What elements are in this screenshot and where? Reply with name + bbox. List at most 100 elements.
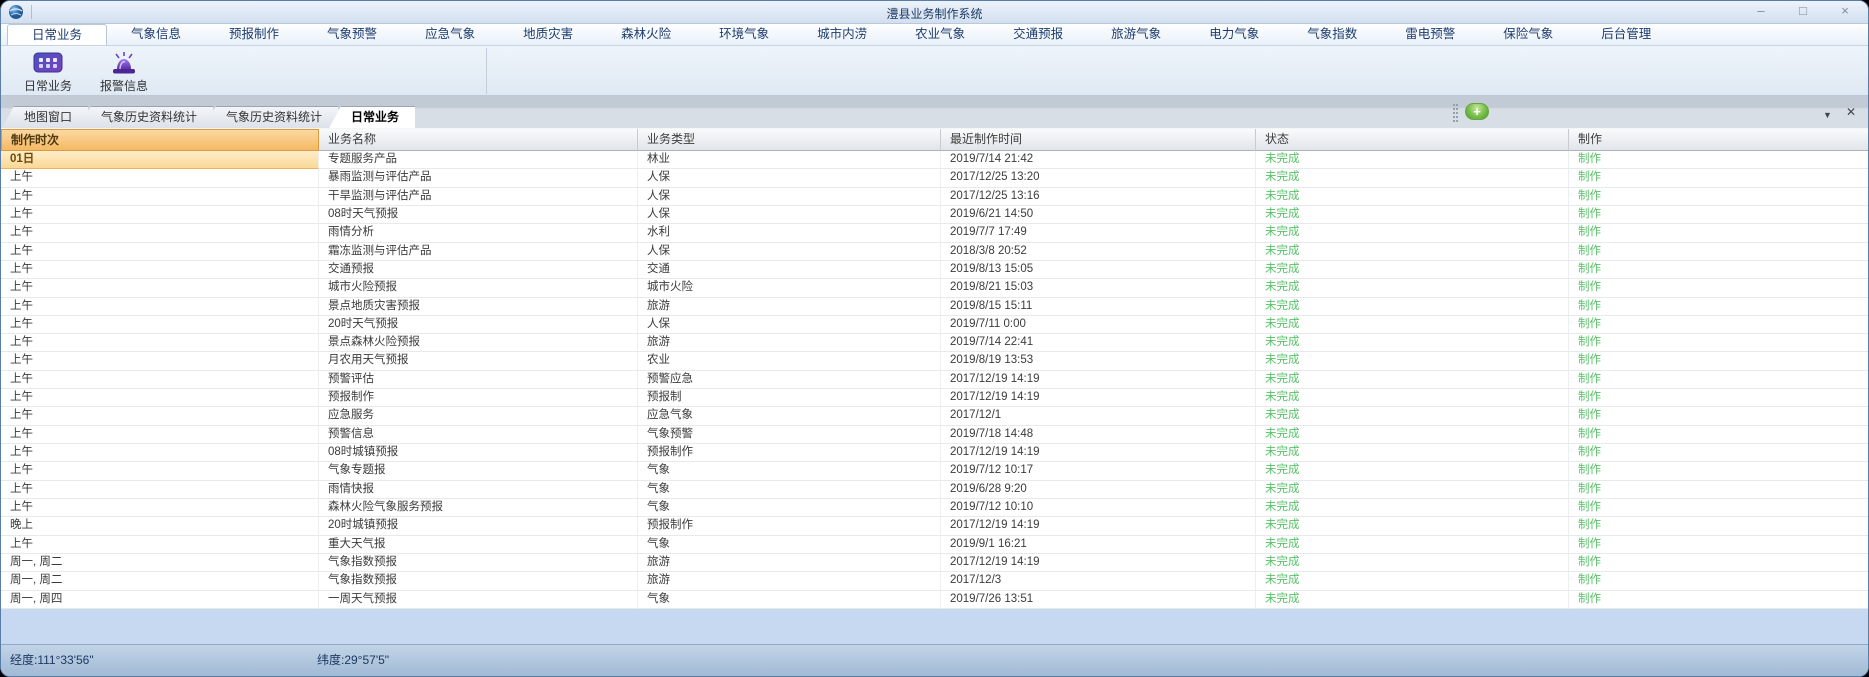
doc-tab-3[interactable]: 气象历史资料统计	[204, 106, 338, 128]
menu-item-5[interactable]: 应急气象	[401, 24, 499, 45]
table-cell: 气象预警	[638, 426, 941, 444]
menu-item-7[interactable]: 森林火险	[597, 24, 695, 45]
make-link[interactable]: 制作	[1569, 243, 1868, 261]
table-cell: 2019/7/14 22:41	[941, 334, 1256, 352]
make-link[interactable]: 制作	[1569, 572, 1868, 590]
menu-item-14[interactable]: 气象指数	[1283, 24, 1381, 45]
menu-item-15[interactable]: 雷电预警	[1381, 24, 1479, 45]
make-link[interactable]: 制作	[1569, 279, 1868, 297]
table-cell: 上午	[1, 224, 319, 242]
menu-item-3[interactable]: 预报制作	[205, 24, 303, 45]
table-cell: 气象指数预报	[319, 554, 638, 572]
table-cell: 农业	[638, 352, 941, 370]
column-header-1[interactable]: 制作时次	[1, 129, 319, 151]
table-cell: 2017/12/25 13:16	[941, 188, 1256, 206]
menu-item-8[interactable]: 环境气象	[695, 24, 793, 45]
maximize-button[interactable]: □	[1790, 3, 1816, 20]
make-link[interactable]: 制作	[1569, 334, 1868, 352]
make-link[interactable]: 制作	[1569, 224, 1868, 242]
table-row: 上午交通预报交通2019/8/13 15:05未完成制作	[1, 261, 1868, 279]
menu-item-11[interactable]: 交通预报	[989, 24, 1087, 45]
make-link[interactable]: 制作	[1569, 389, 1868, 407]
column-header-3[interactable]: 业务类型	[638, 129, 941, 151]
table-cell: 周一, 周二	[1, 554, 319, 572]
make-link[interactable]: 制作	[1569, 261, 1868, 279]
doc-tab-1[interactable]: 地图窗口	[2, 106, 88, 128]
table-row: 上午重大天气报气象2019/9/1 16:21未完成制作	[1, 536, 1868, 554]
menu-item-1[interactable]: 日常业务	[7, 24, 107, 45]
doc-tab-4[interactable]: 日常业务	[329, 106, 415, 128]
table-cell: 气象指数预报	[319, 572, 638, 590]
make-link[interactable]: 制作	[1569, 407, 1868, 425]
make-link[interactable]: 制作	[1569, 169, 1868, 187]
table-cell: 城市火险预报	[319, 279, 638, 297]
make-link[interactable]: 制作	[1569, 371, 1868, 389]
menu-item-16[interactable]: 保险气象	[1479, 24, 1577, 45]
make-link[interactable]: 制作	[1569, 316, 1868, 334]
minimize-button[interactable]: –	[1748, 3, 1774, 20]
table-row: 周一, 周二气象指数预报旅游2017/12/19 14:19未完成制作	[1, 554, 1868, 572]
table-cell: 人保	[638, 169, 941, 187]
column-header-4[interactable]: 最近制作时间	[941, 129, 1256, 151]
table-cell: 预警应急	[638, 371, 941, 389]
make-link[interactable]: 制作	[1569, 591, 1868, 609]
column-header-5[interactable]: 状态	[1256, 129, 1569, 151]
table-row: 上午月农用天气预报农业2019/8/19 13:53未完成制作	[1, 352, 1868, 370]
tab-close-button[interactable]: ✕	[1846, 105, 1856, 122]
table-cell: 气象	[638, 591, 941, 609]
close-button[interactable]: ×	[1832, 3, 1858, 20]
table-row: 上午预报制作预报制2017/12/19 14:19未完成制作	[1, 389, 1868, 407]
menu-item-9[interactable]: 城市内涝	[793, 24, 891, 45]
table-header: 制作时次业务名称业务类型最近制作时间状态制作	[1, 129, 1868, 151]
column-header-6[interactable]: 制作	[1569, 129, 1869, 151]
table-row: 上午气象专题报气象2019/7/12 10:17未完成制作	[1, 462, 1868, 480]
menu-item-17[interactable]: 后台管理	[1577, 24, 1675, 45]
make-link[interactable]: 制作	[1569, 462, 1868, 480]
menu-item-10[interactable]: 农业气象	[891, 24, 989, 45]
table-cell: 暴雨监测与评估产品	[319, 169, 638, 187]
table-cell: 上午	[1, 426, 319, 444]
window-title: 澧县业务制作系统	[1, 5, 1868, 22]
table-cell: 2019/7/12 10:17	[941, 462, 1256, 480]
table-cell: 景点森林火险预报	[319, 334, 638, 352]
tab-grip-handle[interactable]	[1453, 104, 1458, 122]
status-text: 未完成	[1256, 591, 1569, 609]
table-cell: 上午	[1, 352, 319, 370]
tab-list-dropdown-button[interactable]: ▼	[1823, 105, 1832, 122]
make-link[interactable]: 制作	[1569, 352, 1868, 370]
make-link[interactable]: 制作	[1569, 206, 1868, 224]
menu-item-12[interactable]: 旅游气象	[1087, 24, 1185, 45]
table-cell: 预警评估	[319, 371, 638, 389]
table-row: 上午霜冻监测与评估产品人保2018/3/8 20:52未完成制作	[1, 243, 1868, 261]
table-cell: 景点地质灾害预报	[319, 298, 638, 316]
table-cell: 应急服务	[319, 407, 638, 425]
table-cell: 旅游	[638, 572, 941, 590]
tab-strip-controls: ▼ ✕	[1823, 105, 1856, 122]
make-link[interactable]: 制作	[1569, 298, 1868, 316]
menu-item-2[interactable]: 气象信息	[107, 24, 205, 45]
column-header-2[interactable]: 业务名称	[319, 129, 638, 151]
make-link[interactable]: 制作	[1569, 426, 1868, 444]
table-cell: 2017/12/25 13:20	[941, 169, 1256, 187]
make-link[interactable]: 制作	[1569, 554, 1868, 572]
make-link[interactable]: 制作	[1569, 499, 1868, 517]
make-link[interactable]: 制作	[1569, 481, 1868, 499]
doc-tab-2[interactable]: 气象历史资料统计	[79, 106, 213, 128]
menu-item-6[interactable]: 地质灾害	[499, 24, 597, 45]
make-link[interactable]: 制作	[1569, 151, 1868, 169]
make-link[interactable]: 制作	[1569, 444, 1868, 462]
menu-item-13[interactable]: 电力气象	[1185, 24, 1283, 45]
add-tab-button[interactable]: +	[1465, 103, 1489, 120]
ribbon-alarm-info-button[interactable]: 报警信息	[89, 48, 159, 94]
ribbon-daily-business-button[interactable]: 日常业务	[13, 48, 83, 94]
make-link[interactable]: 制作	[1569, 517, 1868, 535]
menu-item-4[interactable]: 气象预警	[303, 24, 401, 45]
table-cell: 晚上	[1, 517, 319, 535]
ribbon-button-label: 报警信息	[89, 77, 159, 94]
table-cell: 2019/9/1 16:21	[941, 536, 1256, 554]
table-cell: 上午	[1, 334, 319, 352]
ribbon-group-divider	[486, 48, 487, 94]
make-link[interactable]: 制作	[1569, 188, 1868, 206]
table-cell: 20时城镇预报	[319, 517, 638, 535]
make-link[interactable]: 制作	[1569, 536, 1868, 554]
